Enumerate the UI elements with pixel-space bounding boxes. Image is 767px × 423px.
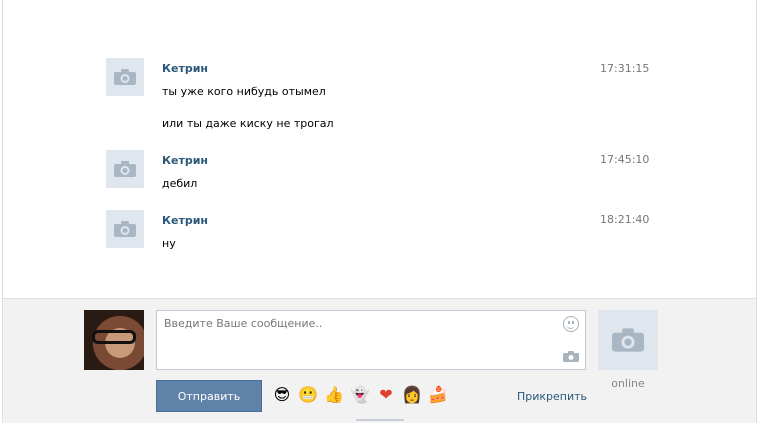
camera-icon[interactable] <box>563 351 579 362</box>
camera-icon <box>114 221 136 237</box>
cake-emoji[interactable]: 🍰 <box>428 385 448 405</box>
grimace-emoji[interactable]: 😬 <box>298 385 318 405</box>
ghost-emoji[interactable]: 👻 <box>350 385 370 405</box>
message-input[interactable] <box>157 311 557 367</box>
message-history: Кетрин 17:31:15 ты уже кого нибудь отыме… <box>3 0 756 298</box>
message-input-box <box>156 310 586 370</box>
sender-avatar[interactable] <box>106 210 144 248</box>
heart-emoji[interactable]: ❤ <box>376 385 396 405</box>
camera-icon <box>612 328 644 352</box>
camera-icon <box>114 161 136 177</box>
camera-icon <box>114 69 136 85</box>
message-text: или ты даже киску не трогал <box>162 117 334 130</box>
message-author[interactable]: Кетрин <box>162 214 208 227</box>
message-text: ну <box>162 237 176 250</box>
send-button[interactable]: Отправить <box>156 380 262 412</box>
resize-grip[interactable] <box>356 419 404 421</box>
message-author[interactable]: Кетрин <box>162 62 208 75</box>
sender-avatar[interactable] <box>106 58 144 96</box>
message-author[interactable]: Кетрин <box>162 154 208 167</box>
smile-icon[interactable] <box>563 316 579 332</box>
sunglasses-emoji[interactable]: 😎 <box>272 385 292 405</box>
emoji-bar: 😎 😬 👍 👻 ❤ 👩 🍰 <box>272 385 454 405</box>
message-time[interactable]: 17:31:15 <box>600 62 649 75</box>
thumbs-up-emoji[interactable]: 👍 <box>324 385 344 405</box>
compose-area: Отправить 😎 😬 👍 👻 ❤ 👩 🍰 Прикрепить onlin… <box>3 298 756 423</box>
attach-link[interactable]: Прикрепить <box>517 390 587 403</box>
my-avatar[interactable] <box>84 310 144 370</box>
message-text: дебил <box>162 177 198 190</box>
dialog-panel: Кетрин 17:31:15 ты уже кого нибудь отыме… <box>2 0 757 423</box>
partner-avatar[interactable] <box>598 310 658 370</box>
message-text: ты уже кого нибудь отымел <box>162 85 326 98</box>
nurse-emoji[interactable]: 👩 <box>402 385 422 405</box>
sender-avatar[interactable] <box>106 150 144 188</box>
message-time[interactable]: 17:45:10 <box>600 153 649 166</box>
online-status: online <box>611 377 645 390</box>
avatar-photo-detail <box>92 330 136 344</box>
message-time[interactable]: 18:21:40 <box>600 213 649 226</box>
